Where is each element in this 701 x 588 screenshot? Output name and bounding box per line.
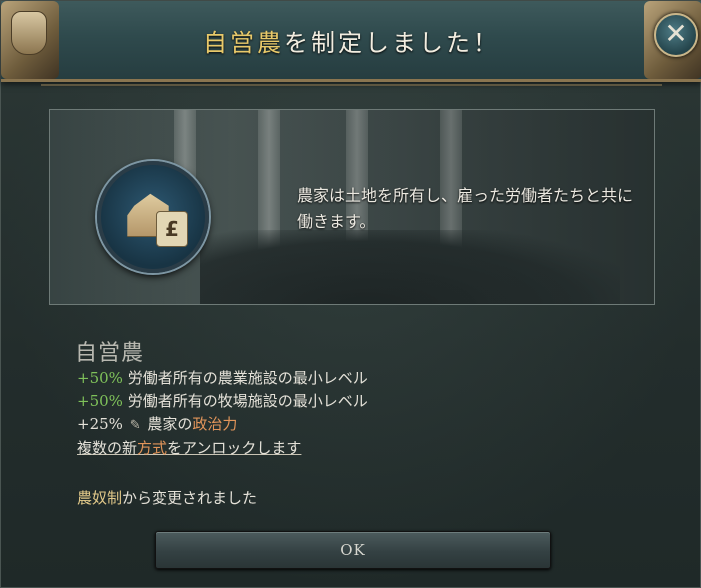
quill-icon: ✎	[129, 418, 141, 433]
unlock-methods-link[interactable]: 複数の新方式をアンロックします	[77, 437, 368, 460]
effect-text: 労働者所有の牧場施設の最小レベル	[122, 392, 368, 410]
law-effects-list: +50% 労働者所有の農業施設の最小レベル +50% 労働者所有の牧場施設の最小…	[77, 367, 368, 460]
effect-row[interactable]: +25% ✎ 農家の政治力	[77, 413, 368, 437]
close-button[interactable]: ✕	[654, 13, 698, 57]
unlock-text-pre: 複数の新	[77, 439, 138, 457]
ok-button[interactable]: OK	[155, 531, 551, 569]
law-medallion-icon: £	[97, 161, 209, 273]
dialog-title: 自営農を制定しました！	[1, 23, 701, 58]
methods-link[interactable]: 方式	[137, 439, 167, 457]
effect-value: +50%	[77, 392, 123, 410]
effect-value: +50%	[77, 369, 123, 387]
dialog-header: 自営農を制定しました！ ✕	[1, 1, 701, 86]
effect-text: 農家の	[142, 415, 193, 433]
previous-law-link[interactable]: 農奴制	[77, 489, 122, 507]
effect-value: +25%	[77, 415, 123, 433]
unlock-text-post: をアンロックします	[167, 439, 302, 457]
title-law-name: 自営農	[203, 29, 284, 57]
changed-from-text: から変更されました	[122, 489, 258, 507]
price-tag-icon: £	[156, 211, 188, 247]
effect-row[interactable]: +50% 労働者所有の農業施設の最小レベル	[77, 367, 368, 390]
law-enacted-dialog: 自営農を制定しました！ ✕ £ 農家は土地を所有し、雇った労働者たちと共に働きま…	[0, 0, 701, 588]
law-name: 自営農	[75, 341, 145, 366]
title-text: を制定しました！	[284, 29, 500, 57]
changed-from-notice: 農奴制から変更されました	[77, 487, 257, 508]
close-icon: ✕	[664, 17, 688, 50]
effect-text: 労働者所有の農業施設の最小レベル	[122, 369, 368, 387]
political-strength-link[interactable]: 政治力	[192, 415, 237, 433]
effect-row[interactable]: +50% 労働者所有の牧場施設の最小レベル	[77, 390, 368, 413]
law-description: 農家は土地を所有し、雇った労働者たちと共に働きます。	[297, 186, 634, 231]
